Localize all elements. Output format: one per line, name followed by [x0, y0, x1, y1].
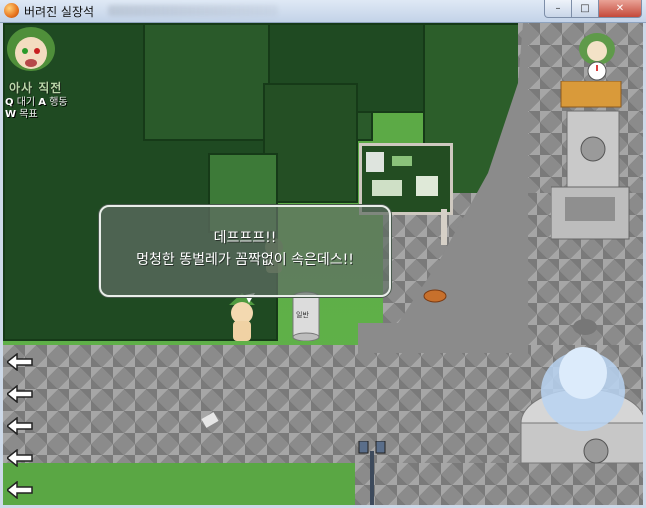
dialogue-line-2: 멍청한 똥벌레가 꼼짝없이 속은데스!! — [136, 252, 354, 268]
player-jissouseki[interactable] — [225, 293, 259, 345]
control-label: 대기 — [16, 97, 36, 108]
controls-legend: Q 대기 A 행동 W 목표 — [5, 97, 68, 121]
bread-item[interactable] — [423, 289, 447, 303]
control-key: W — [5, 109, 17, 120]
window-title: 버려진 실장석 — [24, 5, 95, 19]
grass-strip — [3, 463, 355, 505]
hunger-status: 아사 직전 — [9, 81, 63, 95]
fountain — [520, 319, 643, 464]
game-viewport[interactable]: 일반 아사 직전 Q 대기 A 행동 W 목표 데프프프!! 멍청한 똥벌레가 … — [3, 23, 643, 505]
left-arrow-icon[interactable] — [7, 481, 33, 499]
signboard-post — [441, 209, 447, 245]
control-key: A — [38, 97, 47, 108]
control-label: 행동 — [49, 97, 68, 108]
statue-pedestal — [551, 81, 630, 240]
minimize-button[interactable]: – — [544, 0, 572, 18]
left-arrow-icon[interactable] — [7, 353, 33, 371]
window-controls: – □ ✕ — [544, 0, 642, 18]
left-arrow-icon[interactable] — [7, 449, 33, 467]
character-portrait — [7, 27, 55, 71]
window-titlebar: 버려진 실장석 – □ ✕ — [0, 0, 646, 23]
blurred-title-extra — [108, 5, 278, 16]
statue-figure — [579, 33, 615, 81]
left-nav-arrows — [7, 353, 33, 505]
dialogue-line-1: 데프프프!! — [213, 230, 277, 246]
close-button[interactable]: ✕ — [598, 0, 642, 18]
left-arrow-icon[interactable] — [7, 417, 33, 435]
control-label: 목표 — [19, 109, 38, 120]
maximize-button[interactable]: □ — [571, 0, 599, 18]
control-key: Q — [5, 97, 14, 108]
left-arrow-icon[interactable] — [7, 385, 33, 403]
controls-row: Q 대기 A 행동 — [5, 97, 68, 109]
controls-row: W 목표 — [5, 109, 68, 121]
app-icon — [4, 3, 19, 18]
trash-can[interactable]: 일반 — [291, 291, 321, 342]
trash-can-label: 일반 — [296, 311, 309, 319]
dialogue-box[interactable]: 데프프프!! 멍청한 똥벌레가 꼼짝없이 속은데스!! — [99, 205, 391, 297]
street-lamp — [358, 441, 386, 505]
